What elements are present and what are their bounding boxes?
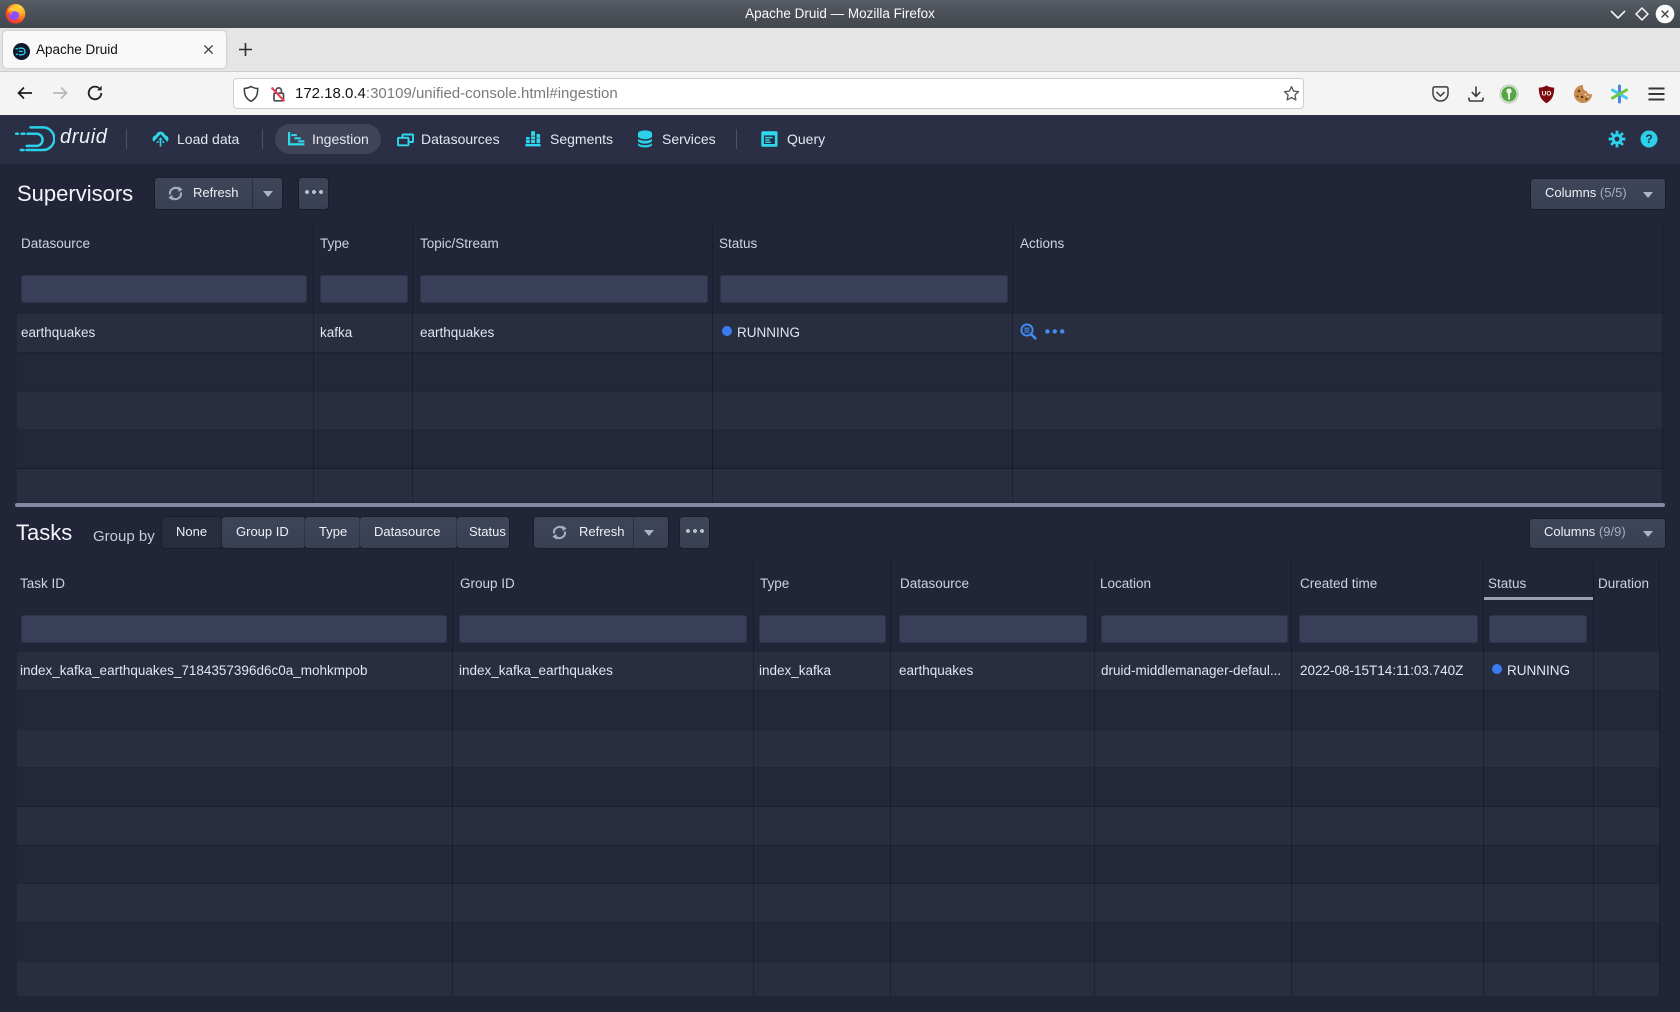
svg-text:UO: UO xyxy=(1542,91,1552,98)
svg-text:?: ? xyxy=(1645,132,1652,146)
